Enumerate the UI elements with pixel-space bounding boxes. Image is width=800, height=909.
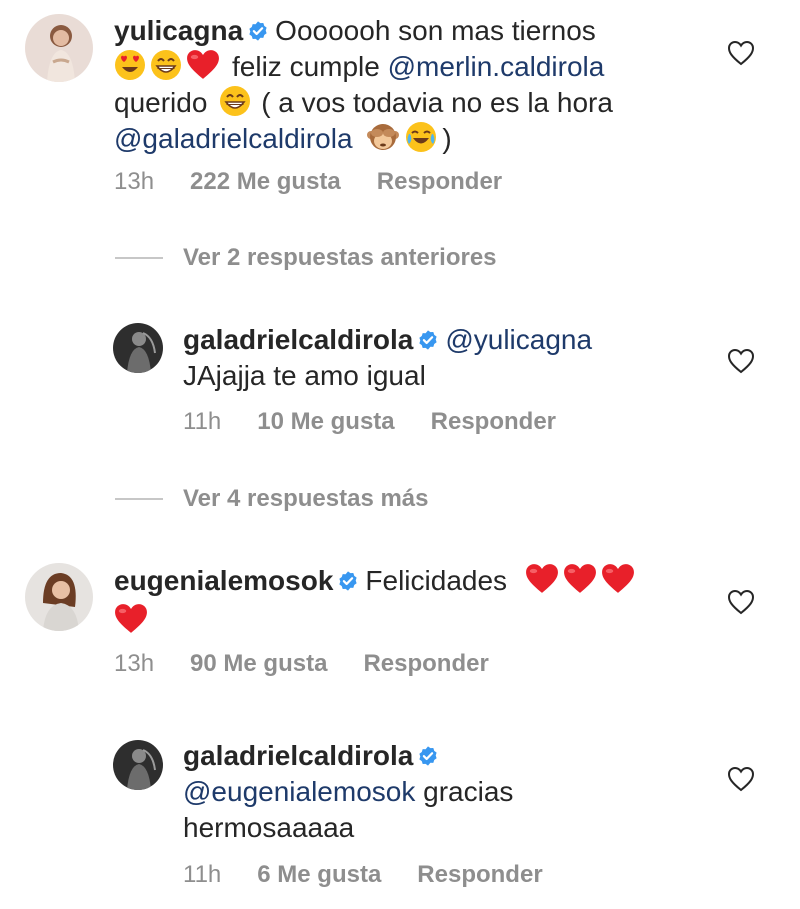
comment-username[interactable]: eugenialemosok xyxy=(114,565,333,596)
verified-badge-icon xyxy=(247,20,269,42)
divider-line xyxy=(115,257,163,259)
red-heart-emoji-icon xyxy=(563,563,597,595)
grinning-emoji-icon xyxy=(219,85,251,117)
view-more-replies-label: Ver 4 respuestas más xyxy=(183,485,429,512)
likes-count[interactable]: 10 Me gusta xyxy=(257,408,394,435)
comment-time: 11h xyxy=(183,861,222,888)
comment-username[interactable]: yulicagna xyxy=(114,15,243,46)
comment-text-part: Felicidades xyxy=(365,565,508,596)
reply-button[interactable]: Responder xyxy=(363,650,488,677)
mention-link[interactable]: @eugenialemosok xyxy=(183,776,415,807)
comment-text-part: hermosaaaaa xyxy=(183,812,355,843)
mention-link[interactable]: @merlin.caldirola xyxy=(388,51,605,82)
comment-text-part: ) xyxy=(442,123,452,154)
avatar[interactable] xyxy=(113,740,163,790)
reply-button[interactable]: Responder xyxy=(417,861,542,888)
comment-text: galadrielcaldirola @yulicagna JAjajja te … xyxy=(183,322,592,394)
comment-meta: 11h 6 Me gusta Responder xyxy=(183,861,579,889)
comment-time: 13h xyxy=(114,168,155,195)
verified-badge-icon xyxy=(337,570,359,592)
avatar[interactable] xyxy=(25,563,93,631)
red-heart-emoji-icon xyxy=(525,563,559,595)
reply-button[interactable]: Responder xyxy=(377,168,502,195)
verified-badge-icon xyxy=(417,745,439,767)
mention-link[interactable]: @galadrielcaldirola xyxy=(114,123,353,154)
mention-link[interactable]: @yulicagna xyxy=(445,324,592,355)
red-heart-emoji-icon xyxy=(186,49,220,81)
view-more-replies-button[interactable]: Ver 4 respuestas más xyxy=(115,485,429,513)
grinning-emoji-icon xyxy=(150,49,182,81)
divider-line xyxy=(115,498,163,500)
comment-text-part: JAjajja te amo igual xyxy=(183,360,426,391)
comment-username[interactable]: galadrielcaldirola xyxy=(183,324,413,355)
see-no-evil-monkey-emoji-icon xyxy=(366,121,400,153)
likes-count[interactable]: 90 Me gusta xyxy=(190,650,327,677)
comment-meta: 11h 10 Me gusta Responder xyxy=(183,408,592,436)
comment-text-part: gracias xyxy=(423,776,514,807)
reply-button[interactable]: Responder xyxy=(431,408,556,435)
comment-time: 11h xyxy=(183,408,222,435)
like-heart-icon[interactable] xyxy=(727,766,755,792)
comment-text-part: Ooooooh son mas tiernos xyxy=(275,15,596,46)
view-previous-replies-button[interactable]: Ver 2 respuestas anteriores xyxy=(115,244,497,272)
verified-badge-icon xyxy=(417,329,439,351)
comment-text: galadrielcaldirola @eugenialemosok graci… xyxy=(183,738,513,846)
comment-text-part: ( a vos todavia no es la hora xyxy=(261,87,613,118)
comment-text: yulicagna Ooooooh son mas tiernos feliz c… xyxy=(114,13,613,157)
comment-text-part: querido xyxy=(114,87,208,118)
likes-count[interactable]: 6 Me gusta xyxy=(257,861,381,888)
like-heart-icon[interactable] xyxy=(727,348,755,374)
comment-text-part: feliz cumple xyxy=(232,51,380,82)
comment-text: eugenialemosok Felicidades xyxy=(114,563,639,639)
avatar[interactable] xyxy=(113,323,163,373)
like-heart-icon[interactable] xyxy=(727,589,755,615)
likes-count[interactable]: 222 Me gusta xyxy=(190,168,341,195)
comment-meta: 13h 222 Me gusta Responder xyxy=(114,168,538,196)
comment-username[interactable]: galadrielcaldirola xyxy=(183,740,413,771)
like-heart-icon[interactable] xyxy=(727,40,755,66)
heart-eyes-emoji-icon xyxy=(114,49,146,81)
red-heart-emoji-icon xyxy=(114,603,148,635)
comment-time: 13h xyxy=(114,650,155,677)
red-heart-emoji-icon xyxy=(601,563,635,595)
view-previous-replies-label: Ver 2 respuestas anteriores xyxy=(183,244,497,271)
avatar[interactable] xyxy=(25,14,93,82)
tears-of-joy-emoji-icon xyxy=(404,121,438,153)
comment-meta: 13h 90 Me gusta Responder xyxy=(114,650,525,678)
